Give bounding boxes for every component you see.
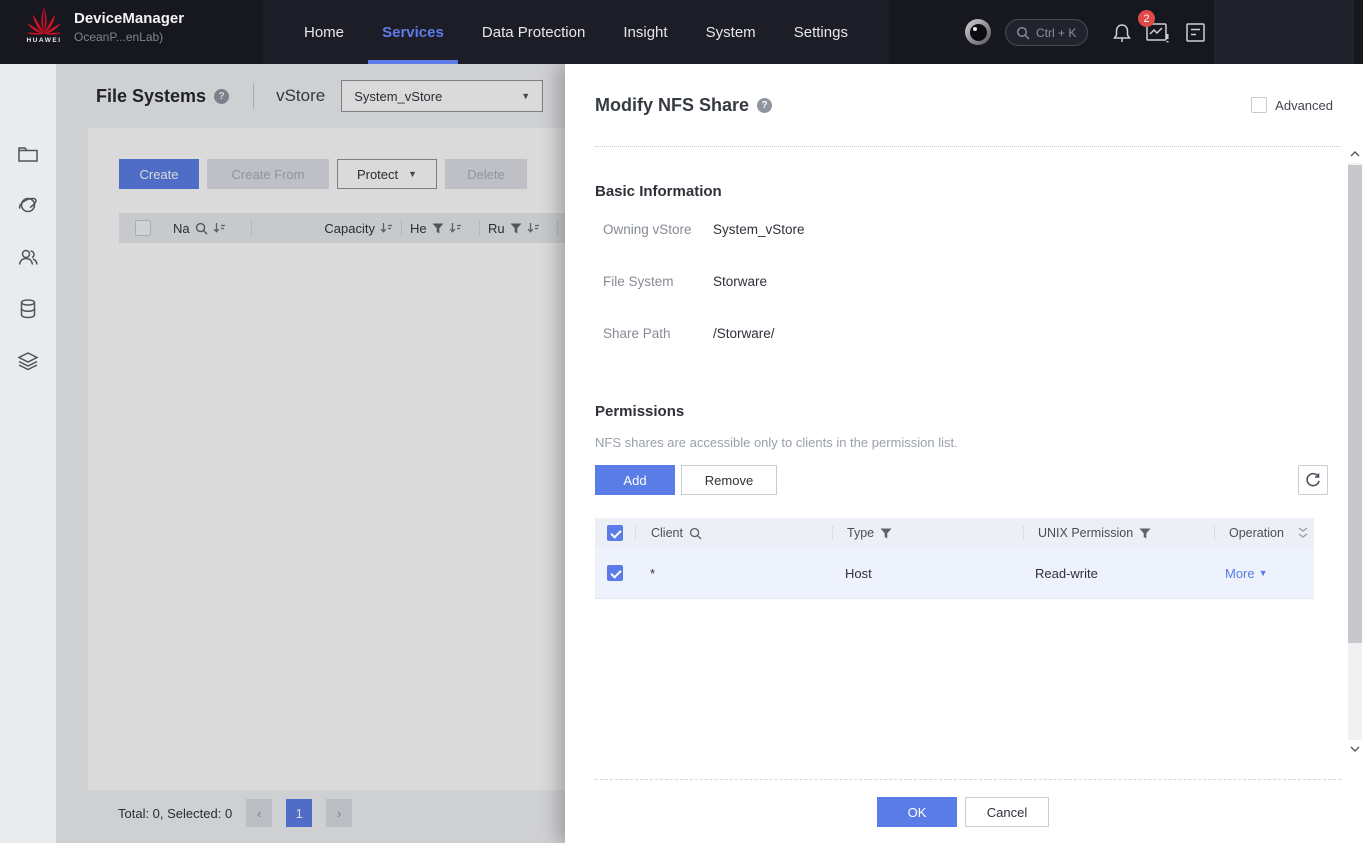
permissions-description: NFS shares are accessible only to client… [595,435,958,450]
owning-vstore-row: Owning vStore System_vStore [603,222,805,237]
drawer-title: Modify NFS Share [595,95,749,116]
drawer-scrollbar[interactable] [1347,145,1363,758]
search-icon [1016,26,1030,40]
modify-nfs-share-drawer: Modify NFS Share ? Advanced Basic Inform… [565,64,1363,843]
refresh-icon [1305,472,1321,488]
notifications-bell-icon[interactable] [1111,22,1133,44]
huawei-logo-icon: HUAWEI [24,6,64,44]
notification-badge: 2 [1138,10,1155,27]
nav-item-system[interactable]: System [706,0,756,64]
advanced-checkbox[interactable] [1251,97,1267,113]
nav-item-services[interactable]: Services [382,0,444,64]
file-system-row: File System Storware [603,274,767,289]
nav-item-home[interactable]: Home [304,0,344,64]
permission-row[interactable]: * Host Read-write More ▼ [595,548,1314,599]
modal-dim-overlay[interactable] [56,64,565,843]
row-checkbox[interactable] [607,565,623,581]
column-settings-chevrons-icon[interactable] [1298,527,1308,539]
huawei-wordmark: HUAWEI [27,37,62,44]
column-operation[interactable]: Operation [1215,526,1314,540]
perm-select-all-checkbox[interactable] [607,525,623,541]
ok-button[interactable]: OK [877,797,957,827]
filter-icon [880,528,892,539]
nav-item-data-protection[interactable]: Data Protection [482,0,585,64]
sidebar-planet-icon[interactable] [17,194,39,216]
share-path-row: Share Path /Storware/ [603,326,775,341]
cancel-button[interactable]: Cancel [965,797,1049,827]
column-type[interactable]: Type [833,526,1023,540]
unix-permission-cell: Read-write [1021,566,1211,581]
advanced-label: Advanced [1275,98,1333,113]
scroll-down-icon[interactable] [1347,740,1363,758]
permissions-table-header: Client Type UNIX Permission Operation [595,518,1314,548]
permissions-heading: Permissions [595,403,684,420]
column-unix-permission[interactable]: UNIX Permission [1024,526,1214,540]
nav-item-settings[interactable]: Settings [794,0,848,64]
column-client[interactable]: Client [636,526,832,540]
device-sphere-icon[interactable] [965,19,991,45]
advanced-toggle[interactable]: Advanced [1251,97,1333,113]
left-sidebar [0,64,56,843]
basic-information-heading: Basic Information [595,183,722,200]
brand: HUAWEI DeviceManager OceanP...enLab) [24,6,184,44]
app-title: DeviceManager [74,10,184,27]
scrollbar-thumb[interactable] [1348,165,1362,643]
owning-vstore-value: System_vStore [713,222,805,237]
sidebar-database-icon[interactable] [17,298,39,320]
sidebar-layers-icon[interactable] [17,350,39,372]
device-name: OceanP...enLab) [74,30,184,44]
permissions-toolbar: Add Remove [595,465,1328,495]
navbar-right-cluster: Ctrl + K [943,0,1363,64]
nav-item-insight[interactable]: Insight [623,0,667,64]
drawer-footer-separator [595,779,1341,780]
type-cell: Host [831,566,1021,581]
search-shortcut-label: Ctrl + K [1036,26,1076,40]
share-path-label: Share Path [603,326,713,341]
permissions-table: Client Type UNIX Permission Operation [595,518,1314,599]
task-log-icon[interactable] [1186,23,1205,42]
add-button[interactable]: Add [595,465,675,495]
file-system-value: Storware [713,274,767,289]
sidebar-folder-icon[interactable] [17,143,39,165]
scroll-up-icon[interactable] [1347,145,1363,163]
owning-vstore-label: Owning vStore [603,222,713,237]
remove-button[interactable]: Remove [681,465,777,495]
share-path-value: /Storware/ [713,326,775,341]
client-cell: * [635,566,831,581]
more-caret-down-icon: ▼ [1259,568,1268,578]
sidebar-users-icon[interactable] [17,246,39,268]
client-search-icon [689,527,702,540]
top-navbar: HUAWEI DeviceManager OceanP...enLab) Hom… [0,0,1363,64]
refresh-button[interactable] [1298,465,1328,495]
drawer-help-icon[interactable]: ? [757,98,772,113]
more-menu-link[interactable]: More ▼ [1225,566,1268,581]
file-system-label: File System [603,274,713,289]
filter-icon [1139,528,1151,539]
main-nav: Home Services Data Protection Insight Sy… [270,0,882,64]
drawer-top-separator [595,146,1341,147]
global-search[interactable]: Ctrl + K [1005,19,1088,46]
